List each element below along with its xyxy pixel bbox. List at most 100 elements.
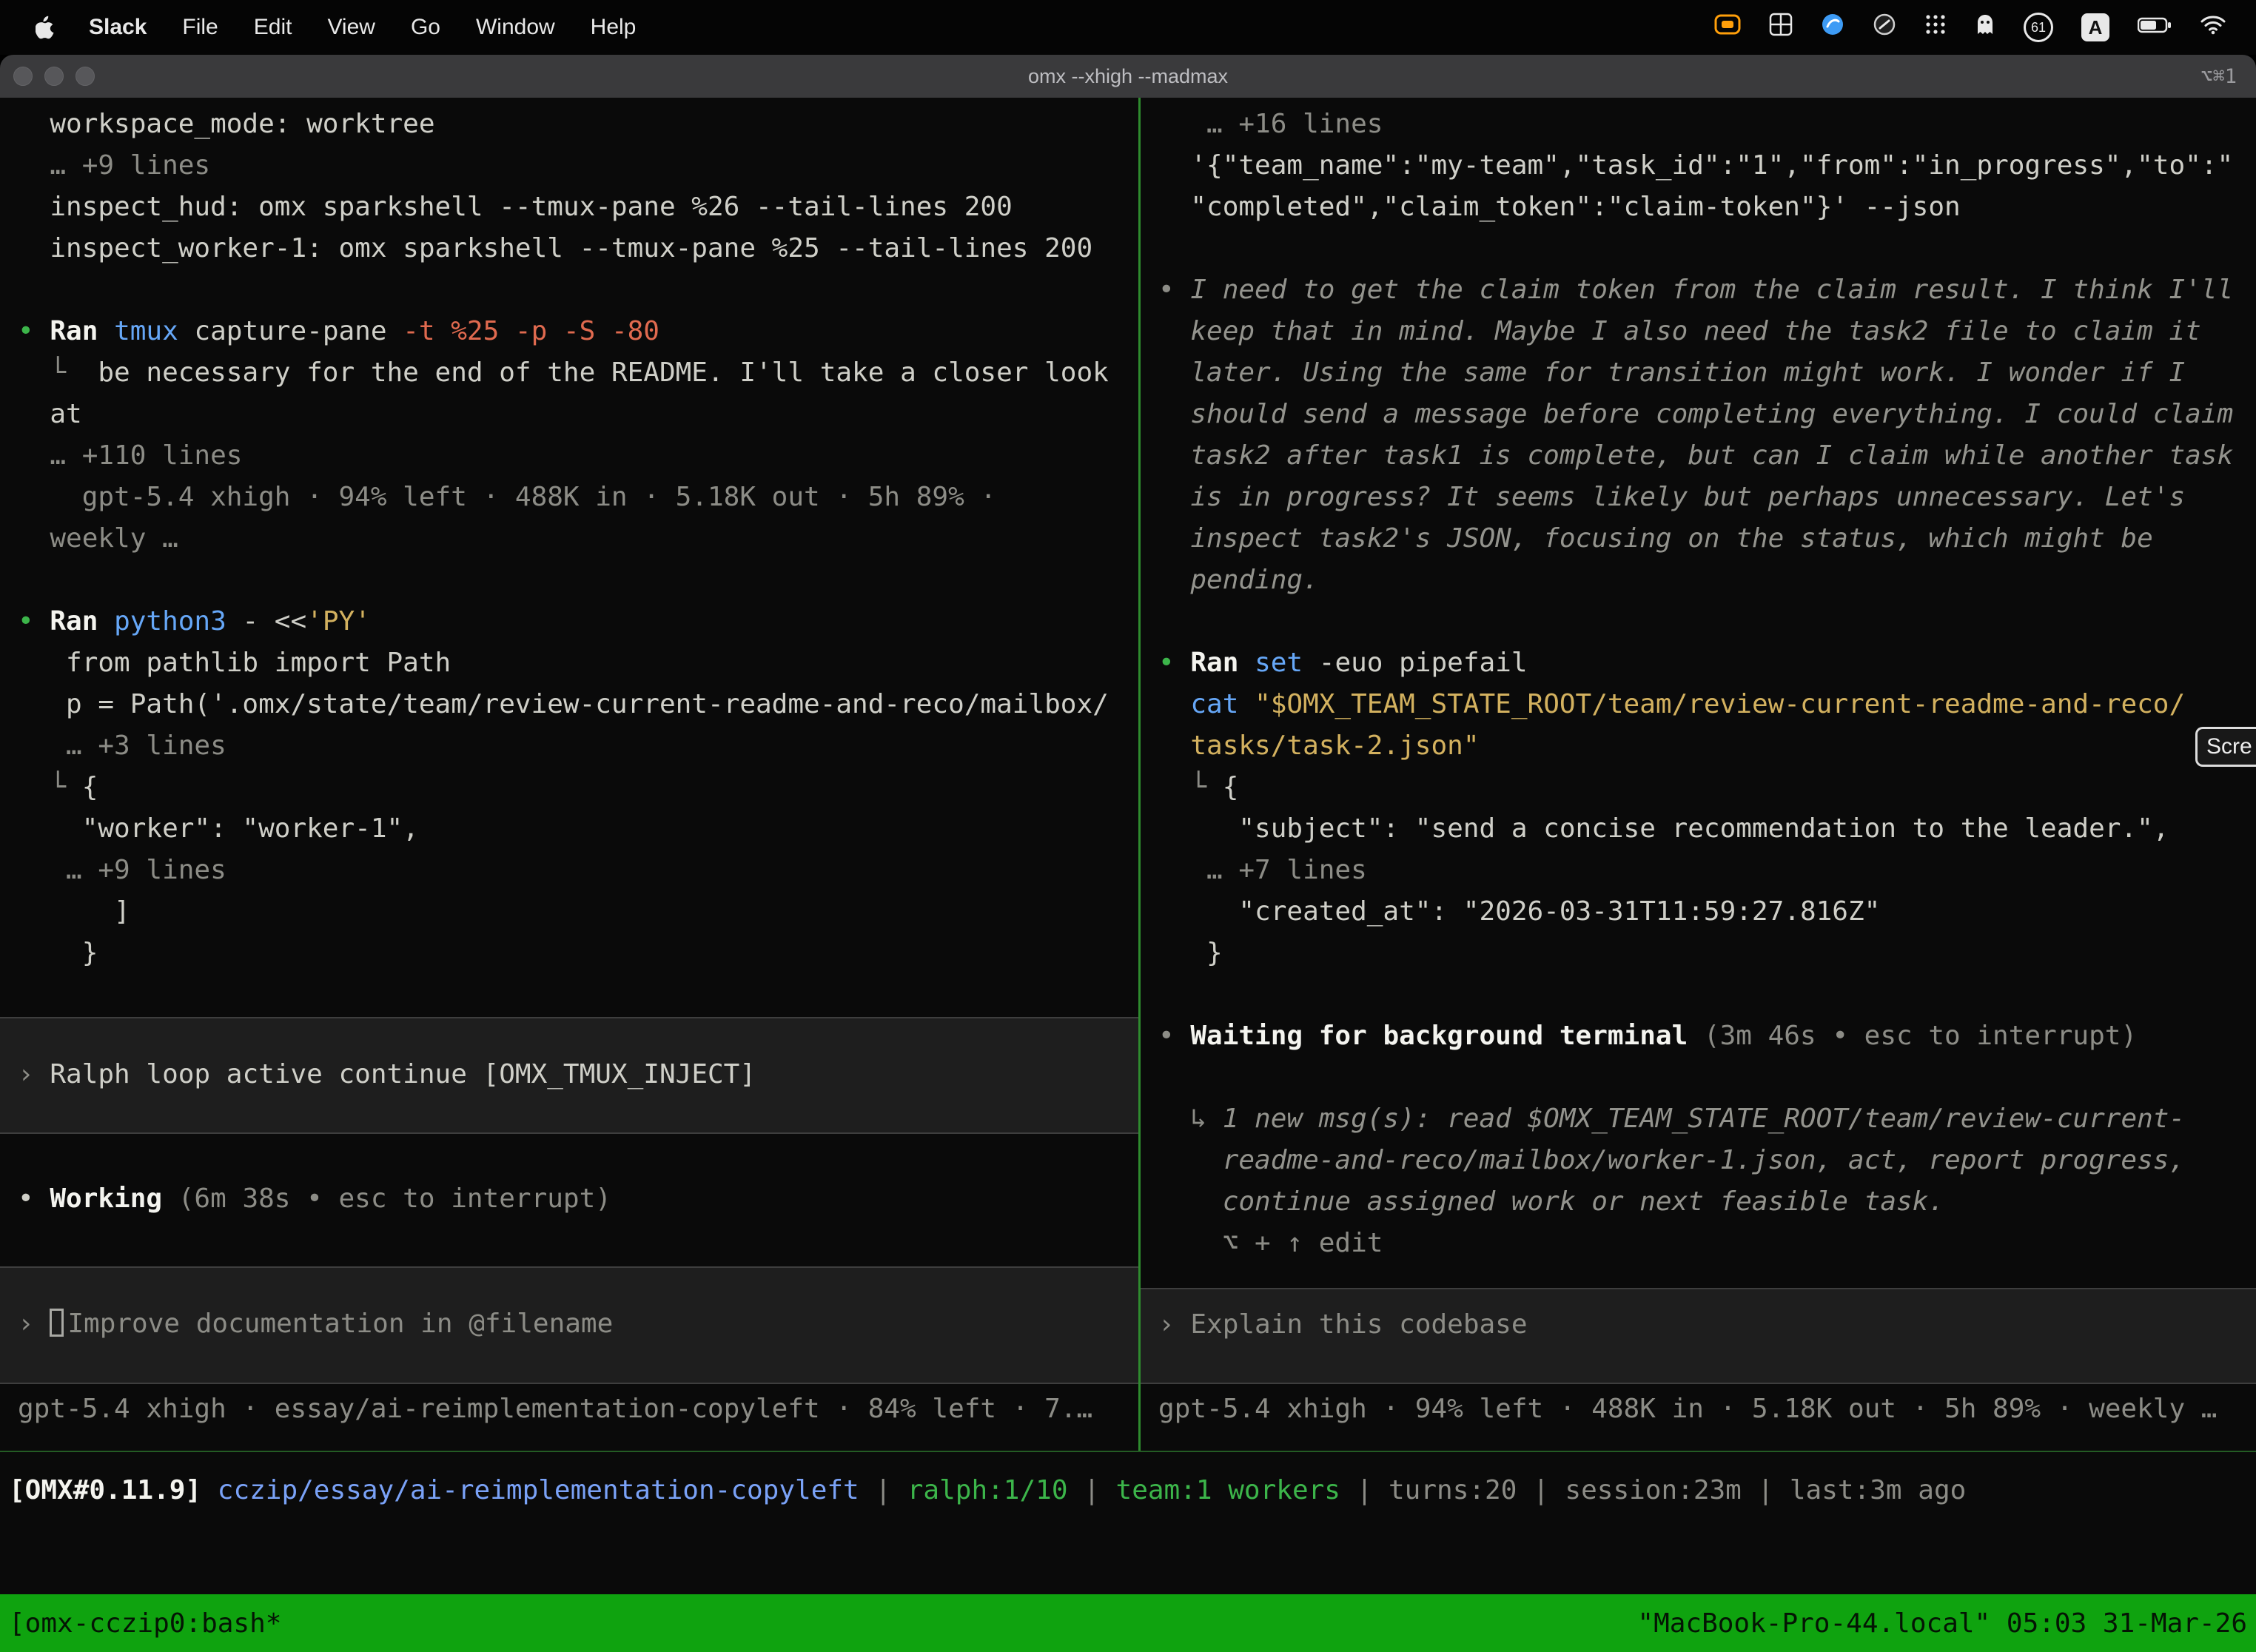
terminal-line: … +9 lines [18,850,1138,891]
left-pane-output[interactable]: workspace_mode: worktree … +9 lines insp… [0,98,1138,1017]
terminal-line: '{"team_name":"my-team","task_id":"1","f… [1158,145,2256,187]
text-run: inspect_worker-1: omx sparkshell --tmux-… [18,233,1092,263]
right-pane-output[interactable]: … +16 lines '{"team_name":"my-team","tas… [1141,98,2256,1288]
menu-bar: Slack File Edit View Go Window Help [0,0,2256,55]
window-grid-icon[interactable] [1769,13,1793,42]
input-source-icon[interactable]: A [2081,13,2109,41]
text-run: pending. [1158,565,1319,595]
left-prompt-input[interactable]: › Improve documentation in @filename [0,1266,1138,1384]
text-run: ↳ [1158,1104,1223,1134]
app-menu-slack[interactable]: Slack [71,15,164,40]
screen-recording-indicator-icon[interactable] [1714,14,1741,41]
terminal-line: should send a message before completing … [1158,394,2256,435]
text-run: Waiting for background terminal [1190,1021,1704,1051]
text-run: • [18,606,50,637]
battery-icon[interactable] [2138,15,2172,40]
terminal-line: at [18,394,1138,435]
text-run: • [18,316,50,346]
text-run: team:1 workers [1116,1475,1340,1505]
dark-app-icon[interactable] [1873,13,1896,42]
text-run: … +9 lines [18,855,226,885]
text-run: - << [242,606,306,637]
text-run: Ran [50,316,114,346]
text-run: | [1742,1475,1790,1505]
battery-percentage-badge[interactable]: 61 [2024,13,2053,42]
text-run: workspace_mode: worktree [18,109,435,139]
menu-help[interactable]: Help [573,15,654,40]
text-run: tasks/task-2.json" [1190,731,1479,761]
terminal-window: omx --xhigh --madmax ⌥⌘1 workspace_mode:… [0,55,2256,1652]
terminal-line: └ { [1158,767,2256,808]
tmux-session-label: [omx-cczip0:bash* [9,1608,281,1639]
text-run: } [1158,938,1223,968]
terminal-line: weekly … [18,518,1138,560]
text-run: inspect_hud: omx sparkshell --tmux-pane … [18,192,1013,222]
terminal-line: cat "$OMX_TEAM_STATE_ROOT/team/review-cu… [1158,684,2256,725]
text-run: ⌥ + ↑ edit [1158,1228,1383,1258]
terminal-line: … +3 lines [18,725,1138,767]
dots-grid-icon[interactable] [1924,13,1947,41]
text-run: task2 after task1 is complete, but can I… [1158,440,2233,471]
tmux-panes: workspace_mode: worktree … +9 lines insp… [0,98,2256,1451]
text-run: } [18,938,98,968]
text-run: … +110 lines [18,440,242,471]
text-run: { [82,772,98,802]
text-run: • [1158,1021,1190,1051]
text-run: at [18,399,82,429]
text-run: Ran [1190,648,1255,678]
apple-icon [36,16,55,39]
terminal-line: … +7 lines [1158,850,2256,891]
text-run: keep that in mind. Maybe I also need the… [1158,316,2201,346]
text-cursor [50,1309,64,1337]
terminal-line: p = Path('.omx/state/team/review-current… [18,684,1138,725]
text-run: '{"team_name":"my-team","task_id":"1","f… [1158,150,2233,181]
text-run: … +16 lines [1158,109,1383,139]
terminal-line: } [18,933,1138,974]
terminal-line: tasks/task-2.json" [1158,725,2256,767]
text-run: p = Path('.omx/state/team/review-current… [18,689,1109,719]
menu-window[interactable]: Window [458,15,573,40]
window-title-bar: omx --xhigh --madmax ⌥⌘1 [0,55,2256,98]
menu-edit[interactable]: Edit [236,15,310,40]
text-run: -euo pipefail [1319,648,1528,678]
text-run: "subject": "send a concise recommendatio… [1158,813,2169,844]
text-run: (6m 38s • esc to interrupt) [178,1183,611,1214]
terminal-line: ] [18,891,1138,933]
text-run: gpt-5.4 xhigh · 94% left · 488K in · 5.1… [18,482,996,512]
right-status-line: gpt-5.4 xhigh · 94% left · 488K in · 5.1… [1141,1384,2256,1451]
text-run: { [1223,772,1239,802]
terminal-line: workspace_mode: worktree [18,104,1138,145]
menu-go[interactable]: Go [393,15,458,40]
menu-view[interactable]: View [309,15,392,40]
text-run: └ [18,357,98,388]
ralph-loop-banner: › Ralph loop active continue [OMX_TMUX_I… [0,1017,1138,1134]
right-prompt-input[interactable]: › Explain this codebase [1141,1288,2256,1384]
text-run: gpt-5.4 xhigh · 94% left · 488K in · 5.1… [1158,1394,2217,1424]
screen-share-chip[interactable]: Scre [2195,727,2256,767]
text-run: capture-pane [194,316,403,346]
text-run: 'PY' [306,606,371,637]
menu-file[interactable]: File [164,15,235,40]
text-run [1158,689,1190,719]
text-run: Improve documentation in @filename [67,1309,613,1339]
apple-menu[interactable] [19,16,71,39]
text-run: continue assigned work or next feasible … [1158,1186,1944,1217]
text-run: … +3 lines [18,731,226,761]
blue-app-icon[interactable] [1821,13,1844,42]
terminal-line: continue assigned work or next feasible … [1158,1181,2256,1223]
terminal-line: • Ran set -euo pipefail [1158,642,2256,684]
terminal-line: pending. [1158,560,2256,601]
text-run: | [1340,1475,1389,1505]
terminal-line: • I need to get the claim token from the… [1158,269,2256,311]
wifi-icon[interactable] [2200,14,2226,41]
ghost-icon[interactable] [1975,13,1995,41]
terminal-line [1158,1057,2256,1098]
terminal-line: later. Using the same for transition mig… [1158,352,2256,394]
text-run: tmux [114,316,194,346]
text-run: └ [1158,772,1223,802]
text-run: • [1158,275,1190,305]
terminal-line: [OMX#0.11.9] cczip/essay/ai-reimplementa… [9,1470,2256,1511]
text-run: "worker": "worker-1", [18,813,419,844]
terminal-line: … +9 lines [18,145,1138,187]
terminal-line: • Ran python3 - <<'PY' [18,601,1138,642]
